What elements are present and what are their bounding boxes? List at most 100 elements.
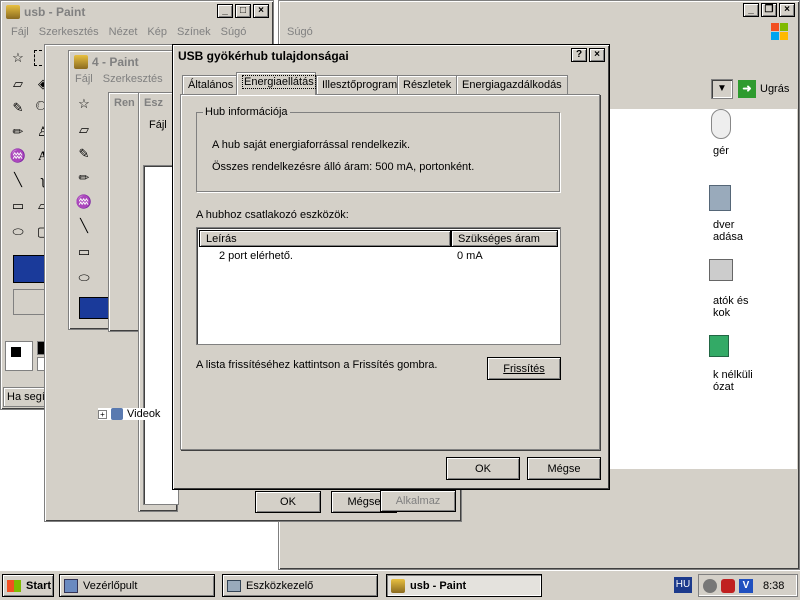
tab-details[interactable]: Részletek [397,75,458,94]
menu-file[interactable]: Fájl [11,26,29,38]
paint-second-toolbox: ☆ ▱ ✎ ✏ ♒ ╲ ▭ ⬭ [73,93,113,323]
paint-app-icon [391,578,405,593]
speaker-icon [111,408,123,420]
menu-edit[interactable]: Szerkesztés [39,26,99,38]
minimize-icon[interactable]: _ [743,3,759,17]
help-icon[interactable]: ? [571,48,587,62]
ellipse-icon[interactable]: ⬭ [7,221,29,243]
tool-option-1[interactable] [79,297,109,319]
desktop-icon-label-3[interactable]: atók és kok [713,295,748,319]
picker-icon[interactable]: ✎ [7,97,29,119]
current-colors[interactable] [5,341,33,371]
minimize-icon[interactable]: _ [217,4,233,18]
paint-main-titlebar[interactable]: usb - Paint _ □ × [3,3,271,21]
desktop-icon-label-2[interactable]: dver adása [713,219,743,243]
eraser-icon[interactable]: ▱ [7,73,29,95]
refresh-hint: A lista frissítéséhez kattintson a Friss… [196,359,438,371]
table-row[interactable]: 2 port elérhető. 0 mA [199,250,558,266]
paint-second-titlebar[interactable]: 4 - Paint [71,53,175,71]
free-select-icon[interactable]: ☆ [7,47,29,69]
paint-main-controls: _ □ × [217,4,269,18]
close-icon[interactable]: × [253,4,269,18]
row-current: 0 mA [457,250,483,262]
rectangle-icon[interactable]: ▭ [7,195,29,217]
dialog-title: USB gyökérhub tulajdonságai [178,49,349,63]
paint-app-icon [6,5,20,19]
computer-icon [227,579,241,592]
dialog-titlebar[interactable]: USB gyökérhub tulajdonságai ? × [175,47,607,65]
maximize-icon[interactable]: □ [235,4,251,18]
paint-main-title: usb - Paint [24,5,86,19]
shield-icon[interactable] [721,579,735,593]
antivirus-icon[interactable]: V [739,579,753,593]
tab-general[interactable]: Általános [182,75,240,94]
picker-icon[interactable]: ✎ [73,143,95,165]
taskbar: Start Vezérlőpult Eszközkezelő usb - Pai… [0,570,800,600]
menu-file[interactable]: Fájl [75,73,93,85]
address-dropdown[interactable]: ▼ [711,79,733,99]
help-menu[interactable]: Súgó [287,26,313,38]
chevron-down-icon: ▼ [717,83,727,94]
go-button[interactable]: ➜ Ugrás [738,79,789,99]
free-select-icon[interactable]: ☆ [73,93,95,115]
device-manager-menu-file[interactable]: Fájl [149,119,167,131]
hardware-icon[interactable] [709,185,731,211]
language-indicator[interactable]: HU [674,577,692,593]
column-header-current[interactable]: Szükséges áram [451,230,558,247]
device-manager-titlebar-2[interactable]: Esz [141,95,175,111]
printer-icon[interactable] [709,259,733,281]
eraser-icon[interactable]: ▱ [73,119,95,141]
windows-logo-icon [769,21,791,43]
tab-power[interactable]: Energiaellátás [236,72,316,95]
hub-info-title: Hub információja [203,106,290,118]
devices-list[interactable]: Leírás Szükséges áram 2 port elérhető. 0… [196,227,561,345]
content-pane: gér dver adása atók és kok k nélküli óza… [609,109,797,469]
close-icon[interactable]: × [779,3,795,17]
dialog-ok-button[interactable]: OK [446,457,520,480]
line-icon[interactable]: ╲ [7,169,29,191]
dialog-cancel-button[interactable]: Mégse [527,457,601,480]
go-arrow-icon: ➜ [738,80,756,98]
devices-label: A hubhoz csatlakozó eszközök: [196,209,349,221]
paint-app-icon [74,55,88,69]
close-icon[interactable]: × [589,48,605,62]
tree-item-video[interactable]: + Videok [98,408,167,420]
column-header-description[interactable]: Leírás [199,230,451,247]
menu-colors[interactable]: Színek [177,26,211,38]
expand-icon[interactable]: + [98,409,107,419]
desktop-icon-label-4[interactable]: k nélküli ózat [713,369,753,393]
props-ok-button[interactable]: OK [255,491,321,513]
rectangle-icon[interactable]: ▭ [73,241,95,263]
tab-driver[interactable]: Illesztőprogram [316,75,404,94]
refresh-button[interactable]: Frissítés [487,357,561,380]
line-icon[interactable]: ╲ [73,215,95,237]
taskbar-item-paint[interactable]: usb - Paint [386,574,542,597]
ellipse-icon[interactable]: ⬭ [73,267,95,289]
taskbar-item-device-manager[interactable]: Eszközkezelő [222,574,378,597]
restore-icon[interactable]: ❐ [761,3,777,17]
start-button[interactable]: Start [2,574,54,597]
hub-info-line-2: Összes rendelkezésre álló áram: 500 mA, … [212,161,475,173]
pencil-icon[interactable]: ✏ [7,121,29,143]
menu-image[interactable]: Kép [147,26,167,38]
tab-power-management[interactable]: Energiagazdálkodás [456,75,568,94]
wireless-icon[interactable] [709,335,729,357]
pencil-icon[interactable]: ✏ [73,167,95,189]
menu-view[interactable]: Nézet [109,26,138,38]
system-tray: V 8:38 [698,574,798,597]
tab-panel: Hub információja A hub saját energiaforr… [180,94,600,450]
airbrush-icon[interactable]: ♒ [73,191,95,213]
menu-edit[interactable]: Szerkesztés [103,73,163,85]
taskbar-item-control-panel[interactable]: Vezérlőpult [59,574,215,597]
paint-second-title: 4 - Paint [92,55,139,69]
row-description: 2 port elérhető. [219,250,293,262]
desktop-icon-label-1[interactable]: gér [713,145,729,157]
props-apply-button-visible[interactable]: Alkalmaz [380,490,456,512]
menu-help[interactable]: Súgó [221,26,247,38]
hub-info-group: Hub információja A hub saját energiaforr… [196,106,560,192]
control-panel-icon [64,578,78,593]
airbrush-icon[interactable]: ♒ [7,145,29,167]
mouse-icon[interactable] [711,109,731,139]
clock: 8:38 [763,580,785,592]
tray-icon-1[interactable] [703,579,717,593]
